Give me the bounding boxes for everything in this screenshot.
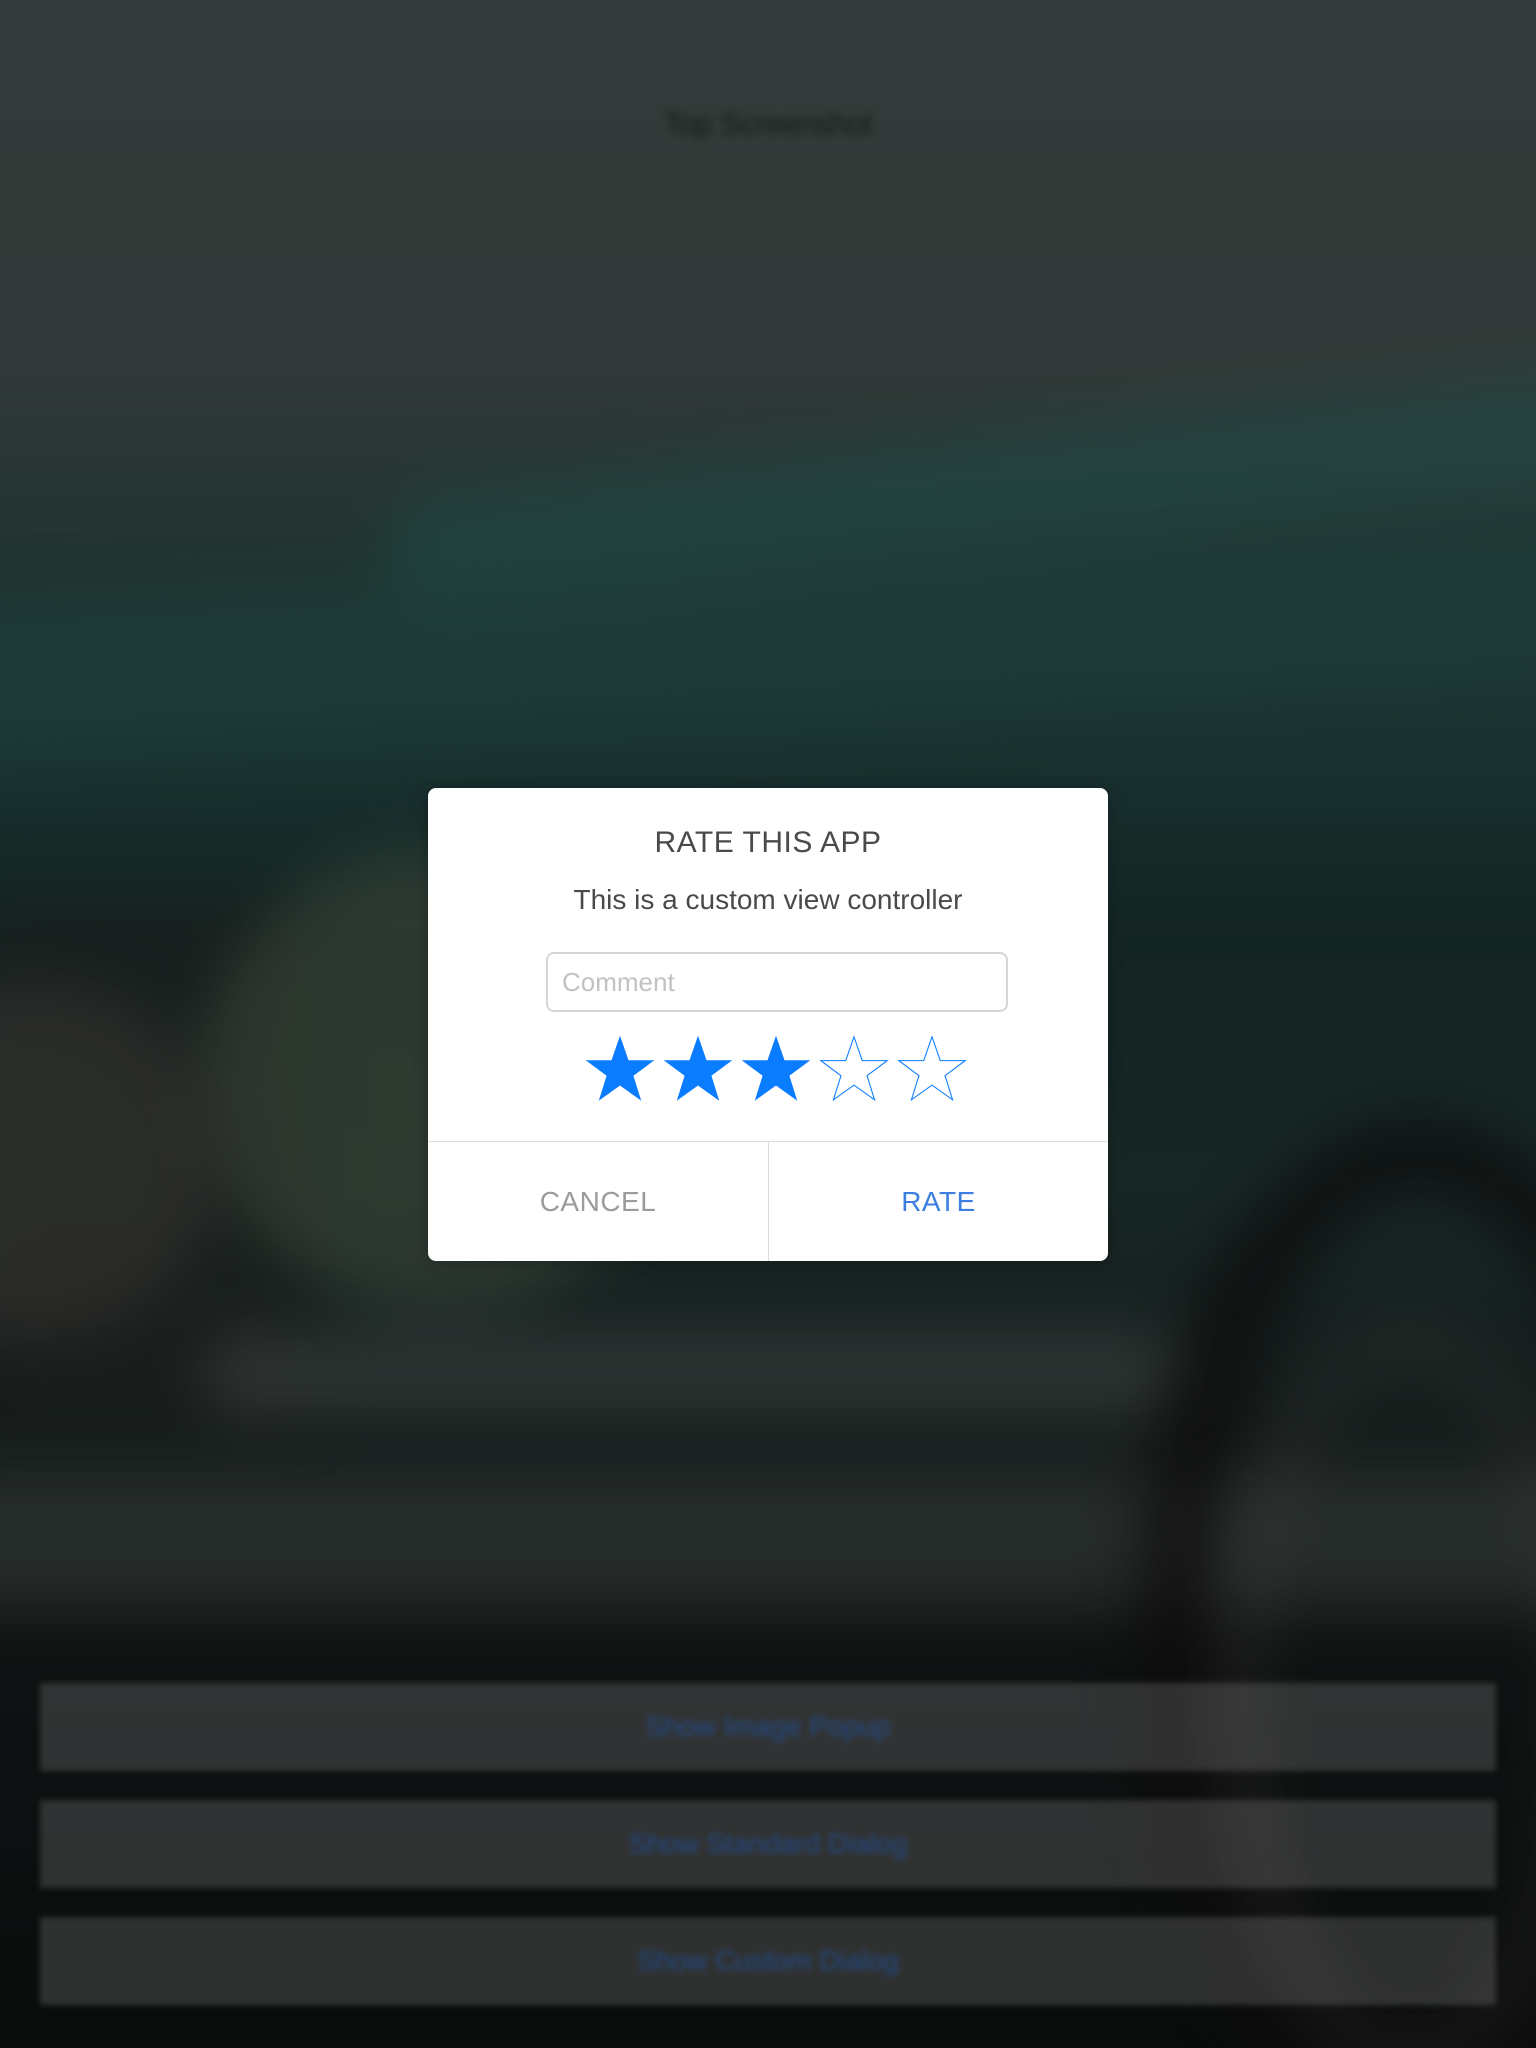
comment-input[interactable] [546,952,1008,1012]
star-filled-icon[interactable] [659,1034,737,1106]
rate-button[interactable]: RATE [769,1142,1108,1261]
dialog-title: RATE THIS APP [654,826,882,859]
star-filled-icon[interactable] [581,1034,659,1106]
star-rating [428,1034,1108,1106]
star-filled-icon[interactable] [737,1034,815,1106]
star-empty-icon[interactable] [893,1034,971,1106]
star-empty-icon[interactable] [815,1034,893,1106]
cancel-button[interactable]: CANCEL [428,1142,768,1261]
rate-dialog: RATE THIS APP This is a custom view cont… [428,788,1108,1261]
dialog-message: This is a custom view controller [573,884,963,915]
